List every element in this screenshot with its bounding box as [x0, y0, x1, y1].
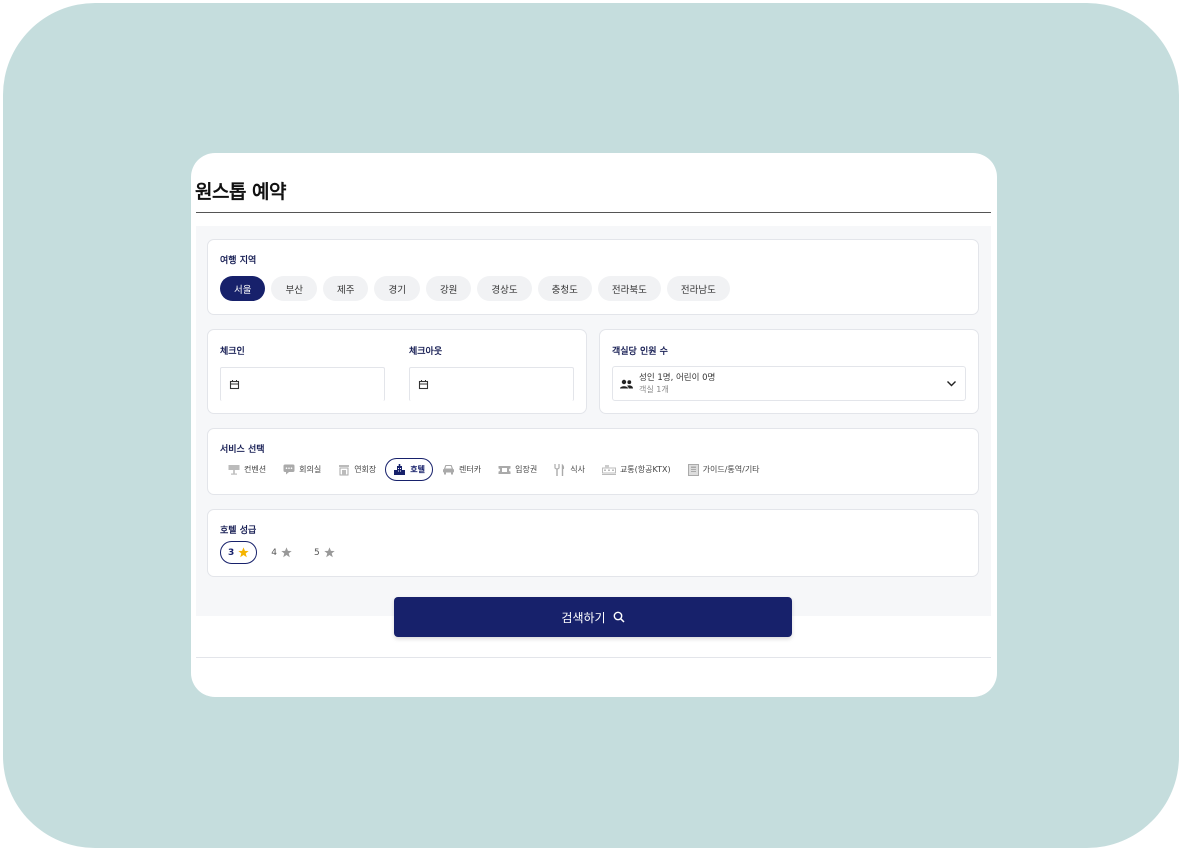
service-meal[interactable]: 식사 [546, 458, 593, 481]
car-icon [442, 464, 455, 475]
region-chip-busan[interactable]: 부산 [271, 276, 317, 301]
search-button-label: 검색하기 [561, 610, 606, 625]
service-meeting-room-label: 회의실 [299, 465, 322, 474]
service-guide-label: 가이드/통역/기타 [702, 465, 760, 474]
checkin-field[interactable] [220, 367, 385, 401]
guests-selector[interactable]: 성인 1명, 어린이 0명 객실 1개 [612, 366, 966, 401]
star-icon [324, 547, 335, 558]
service-rental-car-label: 렌터카 [459, 465, 482, 474]
title-divider [196, 212, 991, 213]
service-ticket-label: 입장권 [515, 465, 538, 474]
grade-4-star[interactable]: 4 [263, 541, 300, 564]
grade-5-value: 5 [314, 547, 320, 558]
hotel-icon [393, 463, 406, 476]
guests-label: 객실당 인원 수 [612, 347, 668, 357]
service-banquet-hall[interactable]: 연회장 [330, 458, 384, 481]
guests-summary-text: 성인 1명, 어린이 0명 객실 1개 [639, 373, 715, 395]
region-label: 여행 지역 [220, 256, 257, 266]
star-icon [238, 547, 249, 558]
calendar-icon [229, 379, 240, 390]
search-button[interactable]: 검색하기 [394, 597, 792, 637]
people-icon [620, 379, 633, 389]
search-icon [613, 611, 625, 623]
service-hotel-label: 호텔 [410, 465, 426, 474]
hotel-grade-group: 3 4 5 [220, 541, 343, 564]
service-meeting-room[interactable]: 회의실 [275, 458, 329, 481]
region-chip-seoul[interactable]: 서울 [220, 276, 266, 301]
service-hotel[interactable]: 호텔 [385, 458, 434, 481]
meeting-room-icon [283, 464, 295, 475]
guests-section: 객실당 인원 수 성인 1명, 어린이 0명 객실 1개 [599, 329, 979, 414]
region-chip-chungcheong[interactable]: 충청도 [537, 276, 592, 301]
star-icon [281, 547, 292, 558]
region-chip-jeonnam[interactable]: 전라남도 [666, 276, 730, 301]
guide-icon [687, 463, 699, 476]
region-chip-gangwon[interactable]: 강원 [425, 276, 472, 301]
grade-3-value: 3 [228, 547, 235, 558]
chevron-down-icon[interactable] [946, 378, 957, 389]
guests-summary: 성인 1명, 어린이 0명 [639, 372, 716, 383]
rooms-count: 객실 1개 [639, 384, 669, 394]
grade-4-value: 4 [271, 547, 277, 558]
transport-icon [601, 464, 616, 475]
service-guide[interactable]: 가이드/통역/기타 [680, 458, 768, 481]
hotel-grade-label: 호텔 성급 [220, 526, 257, 536]
service-meal-label: 식사 [570, 465, 585, 474]
ticket-icon [498, 465, 511, 475]
booking-card: 원스톱 예약 여행 지역 서울 부산 제주 경기 강원 경상도 충청도 전라북도… [191, 153, 997, 697]
region-section: 여행 지역 서울 부산 제주 경기 강원 경상도 충청도 전라북도 전라남도 [207, 239, 979, 315]
service-convention-label: 컨벤션 [244, 465, 267, 474]
service-banquet-hall-label: 연회장 [354, 465, 377, 474]
service-option-group: 컨벤션 회의실 연회장 호텔 렌터카 입장권 식사 교통(항공KTX) 가이드/… [220, 458, 768, 481]
service-ticket[interactable]: 입장권 [490, 458, 545, 481]
search-form-panel: 여행 지역 서울 부산 제주 경기 강원 경상도 충청도 전라북도 전라남도 체… [196, 226, 991, 616]
meal-icon [554, 463, 566, 476]
service-rental-car[interactable]: 렌터카 [434, 458, 489, 481]
hotel-grade-section: 호텔 성급 3 4 5 [207, 509, 979, 577]
region-chip-gyeongsang[interactable]: 경상도 [477, 276, 532, 301]
page-title: 원스톱 예약 [195, 181, 287, 203]
grade-3-star[interactable]: 3 [220, 541, 258, 564]
banquet-hall-icon [338, 464, 350, 476]
checkin-label: 체크인 [220, 347, 245, 357]
service-convention[interactable]: 컨벤션 [220, 458, 274, 481]
bottom-divider [196, 657, 991, 658]
region-chip-gyeonggi[interactable]: 경기 [374, 276, 420, 301]
checkout-label: 체크아웃 [409, 347, 443, 357]
region-chip-group: 서울 부산 제주 경기 강원 경상도 충청도 전라북도 전라남도 [220, 276, 730, 301]
grade-5-star[interactable]: 5 [306, 541, 343, 564]
dates-section: 체크인 체크아웃 [207, 329, 587, 414]
convention-icon [228, 464, 240, 475]
checkout-field[interactable] [409, 367, 574, 401]
services-label: 서비스 선택 [220, 445, 265, 455]
calendar-icon [418, 379, 429, 390]
services-section: 서비스 선택 컨벤션 회의실 연회장 호텔 렌터카 입장권 식사 교통(항공KT… [207, 428, 979, 495]
region-chip-jeju[interactable]: 제주 [322, 276, 369, 301]
region-chip-jeonbuk[interactable]: 전라북도 [597, 276, 661, 301]
service-transport[interactable]: 교통(항공KTX) [594, 458, 679, 481]
service-transport-label: 교통(항공KTX) [619, 465, 671, 474]
